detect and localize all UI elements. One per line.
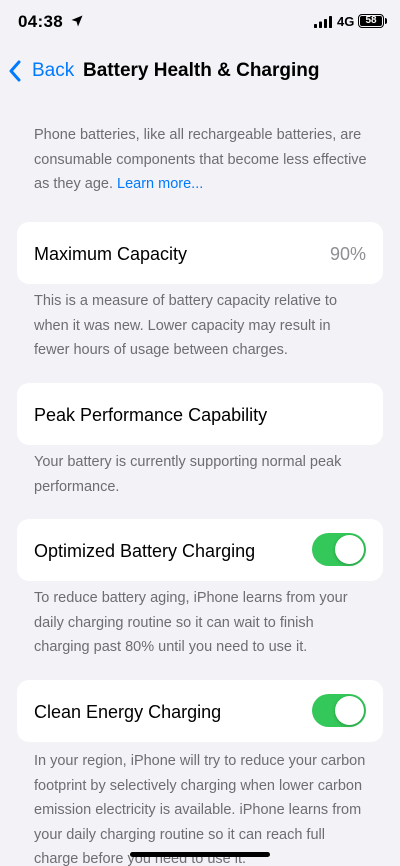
intro-note: Phone batteries, like all rechargeable b… — [34, 123, 370, 197]
maximum-capacity-row: Maximum Capacity 90% — [17, 222, 383, 284]
maximum-capacity-label: Maximum Capacity — [34, 244, 188, 264]
screen: 04:38 4G 58 Back Battery Health & Chargi… — [0, 0, 400, 866]
maximum-capacity-value: 90% — [329, 244, 366, 264]
optimized-charging-note: To reduce battery aging, iPhone learns f… — [34, 590, 348, 655]
battery-nub — [385, 18, 387, 24]
battery-icon: 58 — [358, 14, 384, 28]
clean-energy-row: Clean Energy Charging — [17, 680, 383, 742]
back-label: Back — [32, 60, 75, 81]
status-time: 04:38 — [18, 12, 63, 31]
back-button[interactable]: Back — [8, 58, 74, 84]
status-bar: 04:38 4G 58 — [0, 0, 400, 48]
page-title: Battery Health & Charging — [83, 60, 320, 81]
optimized-charging-toggle[interactable] — [312, 533, 366, 566]
toggle-knob — [335, 535, 364, 564]
peak-performance-label: Peak Performance Capability — [34, 405, 268, 425]
location-arrow-icon — [71, 15, 83, 27]
toggle-knob — [335, 696, 364, 725]
cellular-signal-icon — [314, 16, 332, 28]
network-type: 4G — [337, 14, 355, 29]
maximum-capacity-note: This is a measure of battery capacity re… — [34, 293, 338, 358]
clean-energy-toggle[interactable] — [312, 694, 366, 727]
settings-content[interactable]: Phone batteries, like all rechargeable b… — [0, 96, 400, 866]
peak-performance-note: Your battery is currently supporting nor… — [34, 454, 342, 495]
clean-energy-label: Clean Energy Charging — [34, 702, 222, 722]
battery-percent: 58 — [365, 15, 377, 26]
optimized-charging-row: Optimized Battery Charging — [17, 519, 383, 581]
clean-energy-note: In your region, iPhone will try to reduc… — [34, 753, 366, 866]
chevron-left-icon — [9, 60, 21, 82]
home-indicator[interactable] — [130, 852, 270, 857]
peak-performance-row: Peak Performance Capability — [17, 383, 383, 445]
learn-more-link[interactable]: Learn more... — [117, 176, 203, 192]
navigation-bar: Back Battery Health & Charging — [0, 48, 400, 94]
optimized-charging-label: Optimized Battery Charging — [34, 541, 256, 561]
battery-fill: 58 — [360, 15, 382, 26]
